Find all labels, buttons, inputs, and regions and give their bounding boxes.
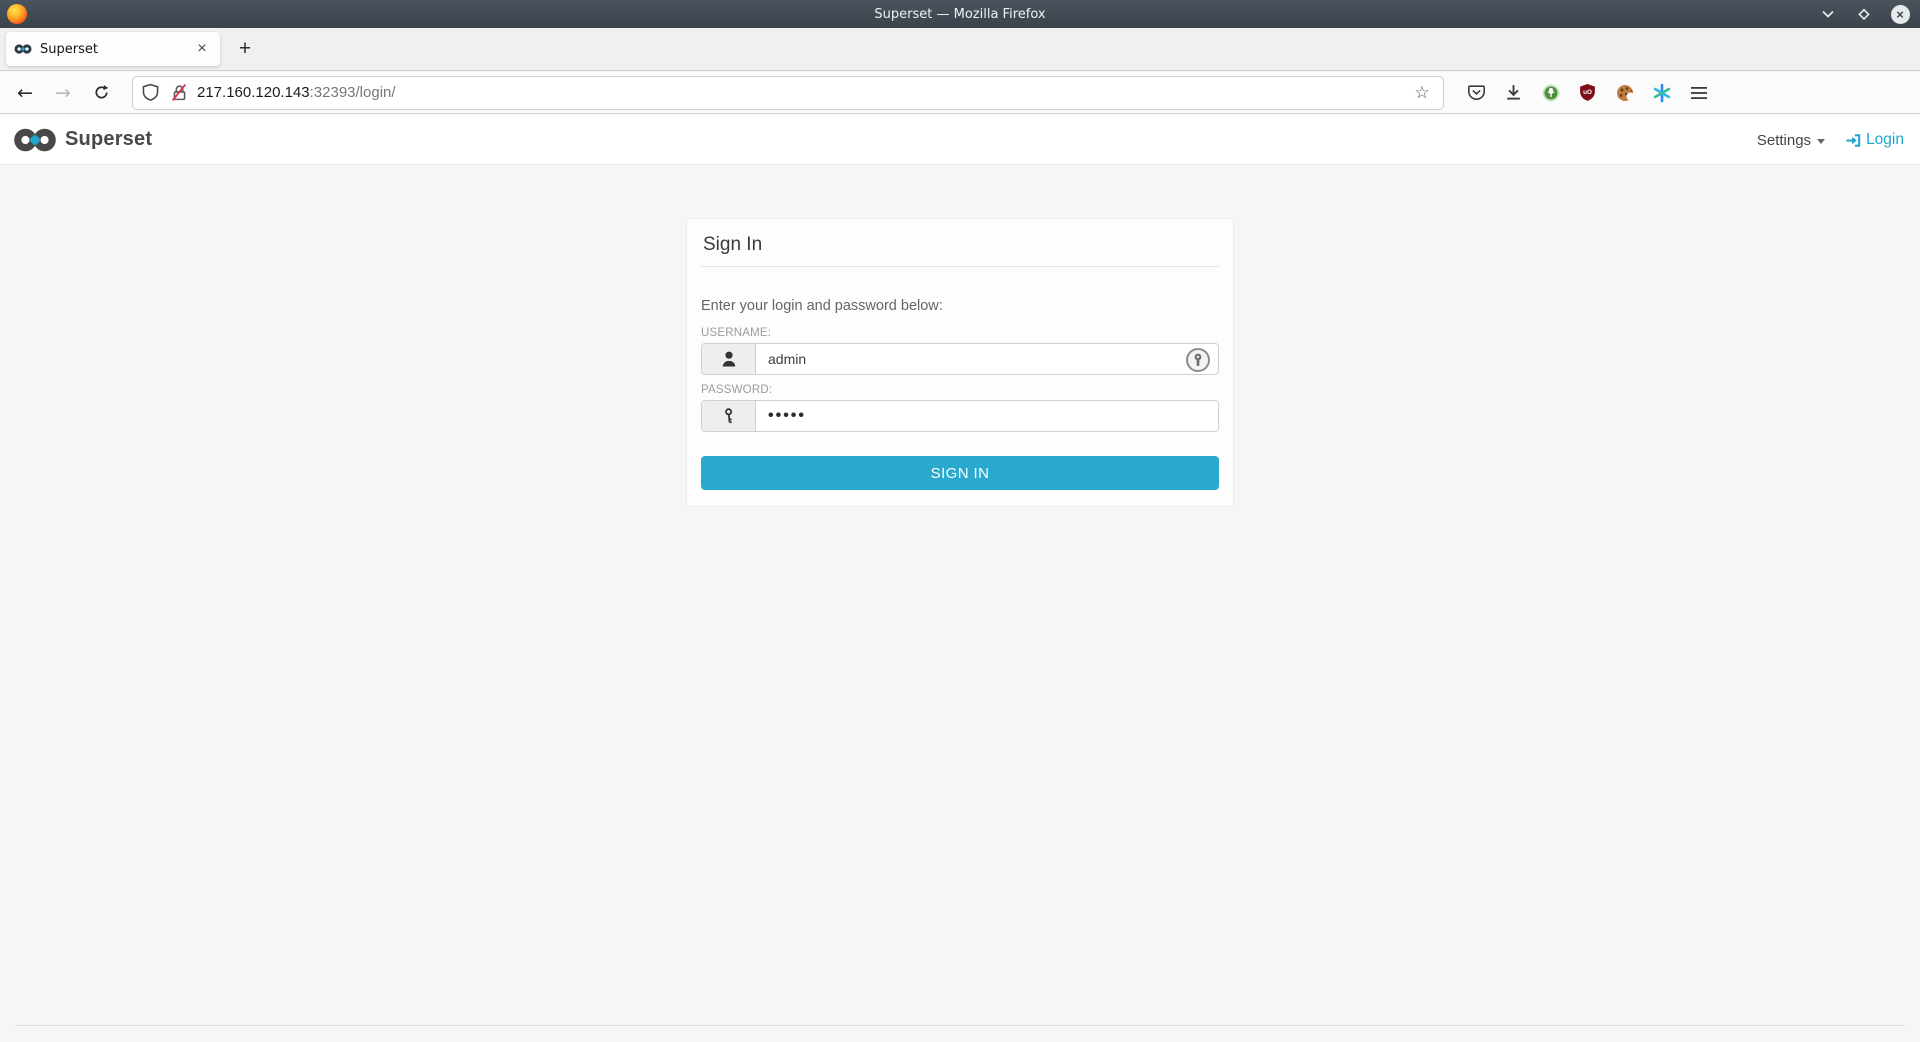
bookmark-star-icon[interactable]: ☆: [1409, 83, 1435, 103]
password-label: PASSWORD:: [701, 384, 1219, 396]
footer-divider: [15, 1025, 1905, 1026]
privacy-extension-icon[interactable]: [1536, 78, 1565, 107]
tab-close-icon[interactable]: ×: [192, 40, 212, 58]
caret-down-icon: [1817, 139, 1825, 144]
cookie-extension-icon[interactable]: [1610, 78, 1639, 107]
superset-navbar: Superset Settings Login: [0, 115, 1920, 165]
ublock-origin-icon[interactable]: uO: [1573, 78, 1602, 107]
asterisk-extension-icon[interactable]: [1647, 78, 1676, 107]
superset-brand[interactable]: Superset: [13, 127, 152, 153]
toolbar-extensions: uO: [1462, 78, 1713, 107]
firefox-window: Superset — Mozilla Firefox × Superset ×: [0, 0, 1920, 1042]
username-label: USERNAME:: [701, 327, 1219, 339]
chevron-down-icon: [1821, 8, 1835, 20]
firefox-icon: [7, 4, 27, 24]
sign-in-instruction: Enter your login and password below:: [701, 298, 1219, 314]
key-icon: [702, 401, 756, 431]
sign-in-button[interactable]: SIGN IN: [701, 456, 1219, 490]
card-body: Enter your login and password below: USE…: [701, 267, 1219, 490]
minimize-button[interactable]: [1818, 4, 1838, 24]
window-titlebar: Superset — Mozilla Firefox ×: [0, 0, 1920, 28]
ublock-text: uO: [1583, 89, 1592, 96]
superset-logo-icon: [13, 127, 57, 153]
close-icon: ×: [1891, 5, 1910, 24]
reload-icon: [93, 84, 110, 101]
tracking-shield-icon[interactable]: [141, 83, 160, 102]
sign-in-icon: [1845, 132, 1862, 149]
diamond-icon: [1857, 7, 1871, 21]
superset-favicon: [14, 43, 32, 55]
close-button[interactable]: ×: [1890, 4, 1910, 24]
back-button[interactable]: ←: [10, 78, 40, 108]
username-input-group: [701, 343, 1219, 375]
login-link[interactable]: Login: [1845, 131, 1904, 149]
password-input[interactable]: [756, 401, 1218, 431]
brand-name: Superset: [65, 128, 152, 151]
tab-superset[interactable]: Superset ×: [6, 32, 220, 66]
settings-label: Settings: [1757, 132, 1811, 149]
tab-strip: Superset × +: [0, 28, 1920, 71]
password-manager-icon[interactable]: [1186, 348, 1210, 372]
window-controls: ×: [1818, 0, 1910, 28]
settings-menu[interactable]: Settings: [1757, 132, 1825, 149]
sign-in-title: Sign In: [703, 234, 1217, 256]
navigation-toolbar: ← → 217.160.120.143:32393/login/ ☆: [0, 72, 1920, 114]
sign-in-card: Sign In Enter your login and password be…: [686, 218, 1234, 507]
page-content: Sign In Enter your login and password be…: [0, 165, 1920, 1042]
navbar-right: Settings Login: [1757, 115, 1904, 165]
password-input-group: [701, 400, 1219, 432]
username-input[interactable]: [756, 344, 1218, 374]
new-tab-button[interactable]: +: [230, 34, 260, 64]
reload-button[interactable]: [86, 78, 116, 108]
pocket-icon[interactable]: [1462, 78, 1491, 107]
user-icon: [702, 344, 756, 374]
maximize-button[interactable]: [1854, 4, 1874, 24]
insecure-lock-icon[interactable]: [170, 83, 189, 102]
url-host: 217.160.120.143: [197, 84, 310, 101]
url-path: :32393/login/: [310, 84, 396, 101]
window-title: Superset — Mozilla Firefox: [874, 7, 1045, 22]
card-header: Sign In: [701, 219, 1219, 267]
tab-title: Superset: [40, 42, 192, 57]
forward-button: →: [48, 78, 78, 108]
url-bar[interactable]: 217.160.120.143:32393/login/ ☆: [132, 76, 1444, 110]
downloads-icon[interactable]: [1499, 78, 1528, 107]
url-text[interactable]: 217.160.120.143:32393/login/: [197, 84, 1409, 101]
menu-icon[interactable]: [1684, 78, 1713, 107]
login-label: Login: [1866, 131, 1904, 149]
